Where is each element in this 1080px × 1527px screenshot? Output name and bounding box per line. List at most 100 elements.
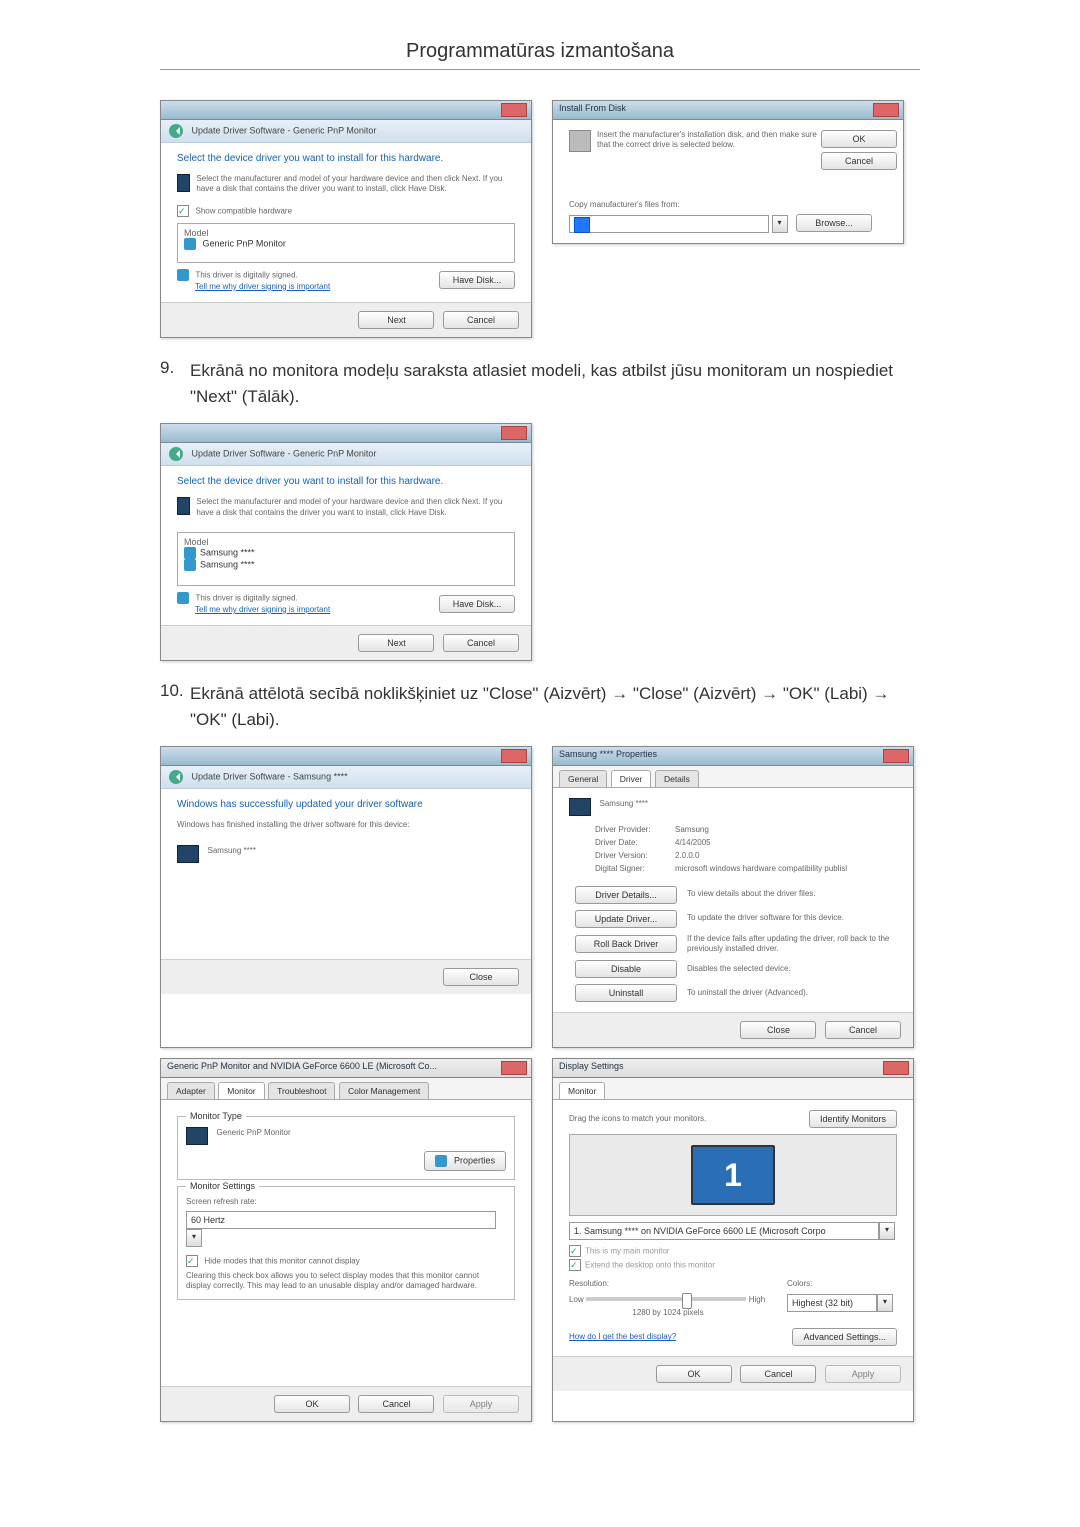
wizard-headline: Select the device driver you want to ins… bbox=[177, 476, 515, 487]
properties-button[interactable]: Properties bbox=[424, 1151, 506, 1171]
path-dropdown-arrow[interactable]: ▾ bbox=[772, 215, 788, 233]
update-driver-button[interactable]: Update Driver... bbox=[575, 910, 677, 928]
apply-button[interactable]: Apply bbox=[443, 1395, 519, 1413]
monitor-1-icon[interactable]: 1 bbox=[691, 1145, 775, 1205]
slider-high-label: High bbox=[749, 1295, 765, 1304]
step-number-9: 9. bbox=[160, 358, 190, 409]
apply-button[interactable]: Apply bbox=[825, 1365, 901, 1383]
disable-button[interactable]: Disable bbox=[575, 960, 677, 978]
rollback-driver-text: If the device fails after updating the d… bbox=[687, 934, 897, 955]
cancel-button[interactable]: Cancel bbox=[443, 634, 519, 652]
screenshot-update-driver-samsung-list: Update Driver Software - Generic PnP Mon… bbox=[160, 423, 532, 661]
hide-modes-label: Hide modes that this monitor cannot disp… bbox=[205, 1256, 360, 1265]
back-arrow-icon[interactable] bbox=[169, 770, 183, 784]
ok-button[interactable]: OK bbox=[274, 1395, 350, 1413]
next-button[interactable]: Next bbox=[358, 311, 434, 329]
rollback-driver-button[interactable]: Roll Back Driver bbox=[575, 935, 677, 953]
screenshot-driver-properties: Samsung **** Properties General Driver D… bbox=[552, 746, 914, 1048]
advanced-settings-button[interactable]: Advanced Settings... bbox=[792, 1328, 897, 1346]
hide-modes-desc: Clearing this check box allows you to se… bbox=[186, 1271, 506, 1292]
identify-monitors-button[interactable]: Identify Monitors bbox=[809, 1110, 897, 1128]
model-row-generic[interactable]: Generic PnP Monitor bbox=[184, 238, 508, 250]
monitor-icon bbox=[177, 174, 190, 192]
driver-details-button[interactable]: Driver Details... bbox=[575, 886, 677, 904]
screenshot-display-settings: Display Settings Monitor Drag the icons … bbox=[552, 1058, 914, 1422]
slider-low-label: Low bbox=[569, 1295, 584, 1304]
signed-text: This driver is digitally signed. bbox=[196, 593, 298, 602]
tab-color-management[interactable]: Color Management bbox=[339, 1082, 429, 1099]
floppy-icon bbox=[569, 130, 591, 152]
step-text-9: Ekrānā no monitora modeļu saraksta atlas… bbox=[190, 358, 920, 409]
tab-monitor[interactable]: Monitor bbox=[559, 1082, 605, 1099]
install-disk-message: Insert the manufacturer's installation d… bbox=[597, 130, 821, 170]
tab-general[interactable]: General bbox=[559, 770, 607, 787]
have-disk-button[interactable]: Have Disk... bbox=[439, 271, 515, 289]
drag-icons-text: Drag the icons to match your monitors. bbox=[569, 1114, 706, 1124]
tab-adapter[interactable]: Adapter bbox=[167, 1082, 215, 1099]
model-row-label: Generic PnP Monitor bbox=[203, 238, 286, 248]
driver-details-text: To view details about the driver files. bbox=[687, 889, 897, 899]
value-version: 2.0.0.0 bbox=[675, 851, 699, 860]
cancel-button[interactable]: Cancel bbox=[358, 1395, 434, 1413]
cancel-button[interactable]: Cancel bbox=[825, 1021, 901, 1039]
dropdown-arrow-icon[interactable]: ▾ bbox=[877, 1294, 893, 1312]
dropdown-arrow-icon[interactable]: ▾ bbox=[879, 1222, 895, 1240]
monitor-icon bbox=[177, 845, 199, 863]
disk-icon bbox=[574, 217, 590, 233]
signed-text: This driver is digitally signed. bbox=[196, 270, 298, 279]
next-button[interactable]: Next bbox=[358, 634, 434, 652]
screenshot-install-from-disk: Install From Disk Insert the manufacture… bbox=[552, 100, 904, 244]
cancel-button[interactable]: Cancel bbox=[740, 1365, 816, 1383]
resolution-slider[interactable] bbox=[586, 1297, 746, 1301]
model-listbox[interactable]: Model Samsung **** Samsung **** bbox=[177, 532, 515, 586]
model-row-samsung-2[interactable]: Samsung **** bbox=[184, 559, 508, 571]
close-button[interactable]: Close bbox=[740, 1021, 816, 1039]
main-monitor-checkbox[interactable] bbox=[569, 1245, 581, 1257]
close-button[interactable]: Close bbox=[443, 968, 519, 986]
cancel-button[interactable]: Cancel bbox=[821, 152, 897, 170]
model-row-label: Samsung **** bbox=[200, 547, 255, 557]
signing-info-link[interactable]: Tell me why driver signing is important bbox=[195, 282, 330, 291]
browse-button[interactable]: Browse... bbox=[796, 214, 872, 232]
dropdown-arrow-icon[interactable]: ▾ bbox=[186, 1229, 202, 1247]
monitor-icon bbox=[569, 798, 591, 816]
label-signer: Digital Signer: bbox=[595, 863, 675, 876]
update-driver-text: To update the driver software for this d… bbox=[687, 913, 897, 923]
extend-desktop-checkbox[interactable] bbox=[569, 1259, 581, 1271]
model-row-samsung-1[interactable]: Samsung **** bbox=[184, 547, 508, 559]
have-disk-button[interactable]: Have Disk... bbox=[439, 595, 515, 613]
tab-monitor[interactable]: Monitor bbox=[218, 1082, 264, 1099]
best-display-link[interactable]: How do I get the best display? bbox=[569, 1332, 676, 1342]
model-listbox[interactable]: Model Generic PnP Monitor bbox=[177, 223, 515, 263]
wizard-header: Update Driver Software - Generic PnP Mon… bbox=[161, 443, 531, 466]
device-name: Samsung **** bbox=[600, 799, 648, 808]
tab-driver[interactable]: Driver bbox=[611, 770, 652, 787]
screenshot-update-success: Update Driver Software - Samsung **** Wi… bbox=[160, 746, 532, 1048]
signing-info-link[interactable]: Tell me why driver signing is important bbox=[195, 605, 330, 614]
show-compatible-checkbox[interactable] bbox=[177, 205, 189, 217]
path-field[interactable] bbox=[569, 215, 769, 233]
tabs-row: General Driver Details bbox=[553, 766, 913, 788]
value-signer: microsoft windows hardware compatibility… bbox=[675, 864, 847, 873]
properties-button-label: Properties bbox=[454, 1156, 495, 1166]
monitor-settings-legend: Monitor Settings bbox=[186, 1181, 259, 1191]
slider-thumb[interactable] bbox=[682, 1293, 692, 1309]
hide-modes-checkbox[interactable] bbox=[186, 1255, 198, 1267]
wizard-headline: Select the device driver you want to ins… bbox=[177, 153, 515, 164]
cancel-button[interactable]: Cancel bbox=[443, 311, 519, 329]
monitor-type-fieldset: Monitor Type Generic PnP Monitor Propert… bbox=[177, 1116, 515, 1180]
tab-details[interactable]: Details bbox=[655, 770, 699, 787]
step-text-10: Ekrānā attēlotā secībā noklikšķiniet uz … bbox=[190, 681, 920, 732]
tab-troubleshoot[interactable]: Troubleshoot bbox=[268, 1082, 335, 1099]
colors-select[interactable]: Highest (32 bit) bbox=[787, 1294, 877, 1312]
monitor-arrangement-area[interactable]: 1 bbox=[569, 1134, 897, 1216]
uninstall-button[interactable]: Uninstall bbox=[575, 984, 677, 1002]
monitor-select[interactable]: 1. Samsung **** on NVIDIA GeForce 6600 L… bbox=[569, 1222, 879, 1240]
shield-icon bbox=[184, 238, 196, 250]
ok-button[interactable]: OK bbox=[656, 1365, 732, 1383]
ok-button[interactable]: OK bbox=[821, 130, 897, 148]
back-arrow-icon[interactable] bbox=[169, 124, 183, 138]
back-arrow-icon[interactable] bbox=[169, 447, 183, 461]
refresh-rate-select[interactable]: 60 Hertz bbox=[186, 1211, 496, 1229]
window-titlebar: Display Settings bbox=[553, 1059, 913, 1078]
